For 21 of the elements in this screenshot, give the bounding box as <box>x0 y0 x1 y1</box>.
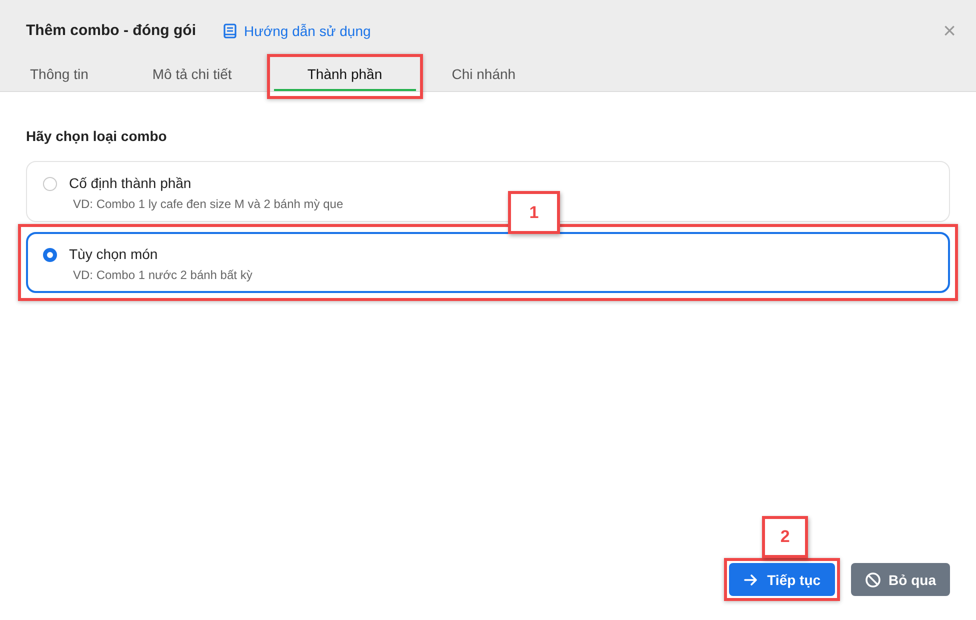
option-example: VD: Combo 1 nước 2 bánh bất kỳ <box>72 268 252 282</box>
callout-label: 1 <box>508 191 560 234</box>
arrow-right-icon <box>744 574 758 585</box>
radio-button[interactable] <box>43 177 57 191</box>
help-link[interactable]: Hướng dẫn sử dụng <box>222 22 371 38</box>
prohibited-icon <box>865 572 880 587</box>
skip-button[interactable]: Bỏ qua <box>850 563 950 596</box>
next-button[interactable]: Tiếp tục <box>729 563 835 596</box>
option-title: Cố định thành phần <box>69 175 192 191</box>
section-label: Hãy chọn loại combo <box>26 128 168 144</box>
callout-label: 2 <box>762 516 808 558</box>
tab[interactable]: Chi nhánh <box>434 60 534 91</box>
tab[interactable]: Thành phần <box>274 60 416 91</box>
option-card[interactable]: Tùy chọn món VD: Combo 1 nước 2 bánh bất kỳ <box>26 232 950 293</box>
tab[interactable]: Thông tin <box>12 60 106 91</box>
tab[interactable]: Mô tả chi tiết <box>134 60 250 91</box>
book-icon <box>224 23 236 38</box>
option-title: Tùy chọn món <box>69 246 159 262</box>
option-example: VD: Combo 1 ly cafe đen size M và 2 bánh mỳ que <box>72 197 344 211</box>
dialog-title: Thêm combo - đóng gói <box>26 22 196 39</box>
radio-button[interactable] <box>43 248 57 262</box>
